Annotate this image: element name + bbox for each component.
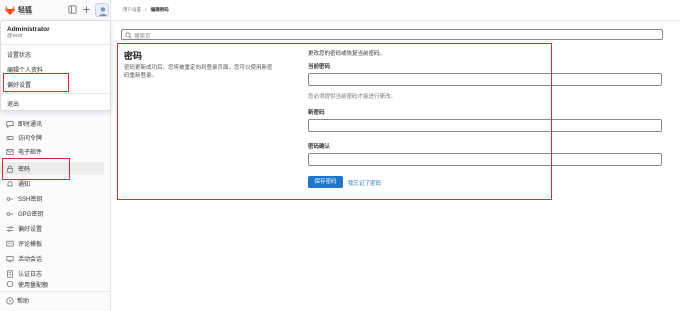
create-new-icon[interactable] <box>82 5 91 14</box>
user-avatar-button[interactable] <box>95 3 109 17</box>
breadcrumb-separator: / <box>145 7 147 12</box>
bell-icon <box>6 180 14 188</box>
help-button[interactable]: ? 帮助 <box>6 296 29 305</box>
sidebar-item-ssh-keys[interactable]: SSH密钥 <box>0 192 104 205</box>
menu-item-set-status[interactable]: 设置状态 <box>7 50 31 59</box>
sidebar-item-label: 评论模板 <box>18 242 43 248</box>
user-handle: @root <box>7 33 23 39</box>
sidebar-item-active-sessions[interactable]: 活动会话 <box>0 252 104 265</box>
sidebar-item-label: GPG密钥 <box>18 212 44 218</box>
help-label: 帮助 <box>17 299 30 305</box>
sidebar-item-label: 通知 <box>18 182 31 188</box>
user-menu-dropdown: Administrator @root 设置状态 编辑个人资料 偏好设置 退出 <box>0 20 112 111</box>
session-icon <box>6 255 14 263</box>
sidebar-topbar: 轻狐 GITLAB <box>0 0 111 20</box>
sidebar-toggle-icon[interactable] <box>68 5 77 14</box>
token-icon <box>6 134 14 142</box>
sidebar-item-gpg-keys[interactable]: GPG密钥 <box>0 207 104 220</box>
breadcrumb-current: 编辑密码 <box>150 7 169 12</box>
log-icon <box>6 269 14 278</box>
sidebar-item-chat[interactable]: 即时通讯 <box>0 117 104 130</box>
help-icon: ? <box>6 296 14 304</box>
sidebar-item-auth-log[interactable]: 认证日志 <box>0 267 104 280</box>
avatar-icon <box>98 7 108 16</box>
highlight-box-password-form <box>117 43 552 200</box>
sidebar-item-label: 活动会话 <box>18 257 43 263</box>
brand-subtitle: GITLAB <box>20 12 33 16</box>
sidebar-item-access-tokens[interactable]: 访问令牌 <box>0 131 104 144</box>
gitlab-logo-icon[interactable] <box>4 4 16 16</box>
mail-icon <box>6 148 14 156</box>
svg-text:?: ? <box>9 298 12 304</box>
sidebar-item-label: 电子邮件 <box>18 150 43 156</box>
sidebar-item-label: 访问令牌 <box>18 136 43 142</box>
comment-icon <box>6 240 14 248</box>
sidebar-item-label: SSH密钥 <box>18 197 43 203</box>
settings-search-input[interactable]: 搜索页 <box>121 29 663 40</box>
search-icon <box>125 32 132 39</box>
key-icon <box>6 210 14 218</box>
sidebar-item-label: 认证日志 <box>18 272 43 278</box>
sidebar-item-preferences[interactable]: 偏好设置 <box>0 222 104 235</box>
sidebar: 轻狐 GITLAB 即时通讯 访问令牌 电子邮件 密码 通知 SSH密钥 GPG… <box>0 0 112 311</box>
menu-item-sign-out[interactable]: 退出 <box>7 99 19 108</box>
quota-icon <box>6 280 14 288</box>
menu-divider <box>1 44 112 45</box>
highlight-box-preferences <box>3 73 69 92</box>
user-display-name[interactable]: Administrator <box>7 26 50 33</box>
key-icon <box>6 195 14 203</box>
preferences-icon <box>6 225 14 233</box>
sidebar-item-usage-quotas[interactable]: 使用量配额 <box>0 280 104 289</box>
sidebar-item-comment-templates[interactable]: 评论模板 <box>0 237 104 250</box>
breadcrumb: 用户设置 / 编辑密码 <box>123 7 169 13</box>
highlight-box-password <box>2 158 70 180</box>
breadcrumb-parent[interactable]: 用户设置 <box>123 7 141 12</box>
sidebar-item-emails[interactable]: 电子邮件 <box>0 145 104 158</box>
header-divider <box>111 20 680 21</box>
sidebar-divider <box>0 291 111 292</box>
chat-icon <box>6 120 14 128</box>
search-placeholder: 搜索页 <box>134 34 151 40</box>
menu-divider <box>1 93 112 94</box>
sidebar-item-label: 偏好设置 <box>18 227 43 233</box>
sidebar-item-label: 即时通讯 <box>18 122 43 128</box>
sidebar-item-label: 使用量配额 <box>18 283 49 289</box>
